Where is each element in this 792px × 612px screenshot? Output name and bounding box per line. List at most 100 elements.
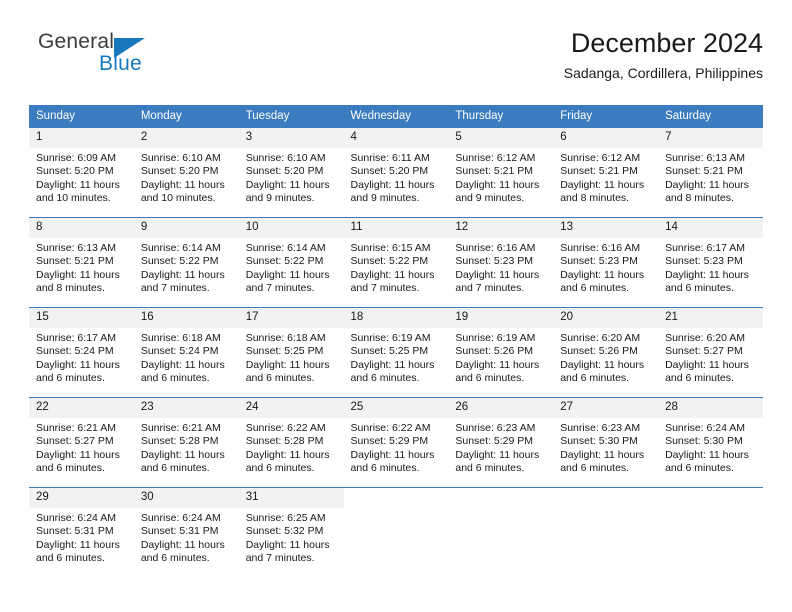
day-info: Sunrise: 6:16 AM Sunset: 5:23 PM Daylight:… xyxy=(553,238,658,296)
daylight-text-line1: Daylight: 11 hours xyxy=(140,538,225,551)
daylight-text-line1: Daylight: 11 hours xyxy=(140,358,225,371)
sunset-text: Sunset: 5:31 PM xyxy=(140,525,219,538)
day-info: Sunrise: 6:17 AM Sunset: 5:24 PM Daylight:… xyxy=(29,328,134,386)
day-number: 3 xyxy=(238,128,344,148)
calendar-grid: Sunday Monday Tuesday Wednesday Thursday… xyxy=(29,105,763,577)
calendar-day-cell[interactable]: 20 Sunrise: 6:20 AM Sunset: 5:26 PM Dayligh… xyxy=(553,307,659,398)
daylight-text-line1: Daylight: 11 hours xyxy=(560,358,645,371)
calendar-day-cell[interactable]: 1 Sunrise: 6:09 AM Sunset: 5:20 PM Daylight… xyxy=(29,127,134,218)
calendar-day-cell[interactable]: 28 Sunrise: 6:24 AM Sunset: 5:30 PM Dayligh… xyxy=(658,397,763,488)
sunset-text: Sunset: 5:30 PM xyxy=(560,435,638,448)
daylight-text-line1: Daylight: 11 hours xyxy=(350,268,435,281)
sunset-text: Sunset: 5:22 PM xyxy=(140,255,219,268)
day-number: 29 xyxy=(29,488,134,508)
calendar-day-cell[interactable]: 29 Sunrise: 6:24 AM Sunset: 5:31 PM Dayligh… xyxy=(29,487,134,577)
daylight-text-line1: Daylight: 11 hours xyxy=(245,178,330,191)
weekday-header-tuesday: Tuesday xyxy=(238,105,344,128)
day-number: 27 xyxy=(553,398,659,418)
weekday-header-sunday: Sunday xyxy=(29,105,134,128)
daylight-text-line2: and 6 minutes. xyxy=(140,462,210,475)
calendar-day-cell[interactable]: 16 Sunrise: 6:18 AM Sunset: 5:24 PM Dayligh… xyxy=(133,307,239,398)
calendar-day-cell[interactable]: 9 Sunrise: 6:14 AM Sunset: 5:22 PM Daylight… xyxy=(133,217,239,308)
calendar-day-cell[interactable]: 13 Sunrise: 6:16 AM Sunset: 5:23 PM Dayligh… xyxy=(553,217,659,308)
sunrise-text: Sunrise: 6:23 AM xyxy=(455,422,536,434)
calendar-day-cell[interactable]: 12 Sunrise: 6:16 AM Sunset: 5:23 PM Dayligh… xyxy=(448,217,554,308)
day-number: 19 xyxy=(448,308,554,328)
calendar-day-cell[interactable]: 22 Sunrise: 6:21 AM Sunset: 5:27 PM Dayligh… xyxy=(29,397,134,488)
day-number: 1 xyxy=(29,128,134,148)
calendar-day-cell-empty xyxy=(448,487,554,577)
daylight-text-line2: and 10 minutes. xyxy=(36,192,111,205)
day-info: Sunrise: 6:18 AM Sunset: 5:25 PM Daylight:… xyxy=(239,328,344,386)
daylight-text-line1: Daylight: 11 hours xyxy=(36,178,120,191)
day-info: Sunrise: 6:22 AM Sunset: 5:28 PM Daylight:… xyxy=(239,418,344,476)
day-number: 25 xyxy=(343,398,449,418)
sunrise-text: Sunrise: 6:18 AM xyxy=(245,332,326,344)
day-info: Sunrise: 6:19 AM Sunset: 5:26 PM Daylight:… xyxy=(448,328,553,386)
weekday-header-thursday: Thursday xyxy=(448,105,554,128)
calendar-day-cell[interactable]: 15 Sunrise: 6:17 AM Sunset: 5:24 PM Dayligh… xyxy=(29,307,134,398)
day-number xyxy=(658,488,763,508)
calendar-day-cell[interactable]: 31 Sunrise: 6:25 AM Sunset: 5:32 PM Dayligh… xyxy=(238,487,344,577)
day-info: Sunrise: 6:14 AM Sunset: 5:22 PM Daylight:… xyxy=(134,238,239,296)
sunrise-text: Sunrise: 6:17 AM xyxy=(665,242,746,254)
calendar-day-cell[interactable]: 19 Sunrise: 6:19 AM Sunset: 5:26 PM Dayligh… xyxy=(448,307,554,398)
calendar-day-cell[interactable]: 25 Sunrise: 6:22 AM Sunset: 5:29 PM Dayligh… xyxy=(343,397,449,488)
sunrise-text: Sunrise: 6:09 AM xyxy=(36,152,116,164)
sunset-text: Sunset: 5:25 PM xyxy=(350,345,429,358)
calendar-day-cell[interactable]: 24 Sunrise: 6:22 AM Sunset: 5:28 PM Dayligh… xyxy=(238,397,344,488)
sunset-text: Sunset: 5:23 PM xyxy=(560,255,638,268)
day-number: 13 xyxy=(553,218,659,238)
sunset-text: Sunset: 5:21 PM xyxy=(665,165,743,178)
calendar-day-cell[interactable]: 7 Sunrise: 6:13 AM Sunset: 5:21 PM Daylight… xyxy=(658,127,763,218)
calendar-day-cell[interactable]: 26 Sunrise: 6:23 AM Sunset: 5:29 PM Dayligh… xyxy=(448,397,554,488)
daylight-text-line2: and 6 minutes. xyxy=(665,462,734,475)
sunset-text: Sunset: 5:31 PM xyxy=(36,525,114,538)
calendar-day-cell[interactable]: 23 Sunrise: 6:21 AM Sunset: 5:28 PM Dayligh… xyxy=(133,397,239,488)
day-number: 9 xyxy=(133,218,239,238)
general-blue-logo[interactable]: General Blue xyxy=(38,30,218,90)
day-number: 24 xyxy=(238,398,344,418)
calendar-day-cell[interactable]: 17 Sunrise: 6:18 AM Sunset: 5:25 PM Dayligh… xyxy=(238,307,344,398)
calendar-day-cell[interactable]: 30 Sunrise: 6:24 AM Sunset: 5:31 PM Dayligh… xyxy=(133,487,239,577)
daylight-text-line2: and 6 minutes. xyxy=(560,462,630,475)
day-info: Sunrise: 6:10 AM Sunset: 5:20 PM Daylight:… xyxy=(239,148,344,206)
calendar-day-cell[interactable]: 21 Sunrise: 6:20 AM Sunset: 5:27 PM Dayligh… xyxy=(658,307,763,398)
daylight-text-line2: and 6 minutes. xyxy=(350,462,420,475)
day-info: Sunrise: 6:11 AM Sunset: 5:20 PM Daylight:… xyxy=(344,148,449,206)
calendar-day-cell[interactable]: 5 Sunrise: 6:12 AM Sunset: 5:21 PM Daylight… xyxy=(448,127,554,218)
daylight-text-line2: and 9 minutes. xyxy=(245,192,315,205)
calendar-body: 1 Sunrise: 6:09 AM Sunset: 5:20 PM Daylight… xyxy=(29,127,763,577)
daylight-text-line2: and 6 minutes. xyxy=(455,462,525,475)
calendar-day-cell[interactable]: 14 Sunrise: 6:17 AM Sunset: 5:23 PM Dayligh… xyxy=(658,217,763,308)
daylight-text-line2: and 8 minutes. xyxy=(36,282,105,295)
calendar-day-cell[interactable]: 27 Sunrise: 6:23 AM Sunset: 5:30 PM Dayligh… xyxy=(553,397,659,488)
day-info: Sunrise: 6:24 AM Sunset: 5:30 PM Daylight:… xyxy=(658,418,763,476)
sunrise-text: Sunrise: 6:17 AM xyxy=(36,332,116,344)
sunset-text: Sunset: 5:20 PM xyxy=(245,165,324,178)
sunrise-text: Sunrise: 6:20 AM xyxy=(665,332,746,344)
calendar-day-cell[interactable]: 11 Sunrise: 6:15 AM Sunset: 5:22 PM Dayligh… xyxy=(343,217,449,308)
calendar-day-cell[interactable]: 2 Sunrise: 6:10 AM Sunset: 5:20 PM Daylight… xyxy=(133,127,239,218)
calendar-day-cell[interactable]: 18 Sunrise: 6:19 AM Sunset: 5:25 PM Dayligh… xyxy=(343,307,449,398)
calendar-day-cell[interactable]: 8 Sunrise: 6:13 AM Sunset: 5:21 PM Daylight… xyxy=(29,217,134,308)
sunset-text: Sunset: 5:23 PM xyxy=(665,255,743,268)
day-number: 17 xyxy=(238,308,344,328)
calendar-day-cell[interactable]: 4 Sunrise: 6:11 AM Sunset: 5:20 PM Daylight… xyxy=(343,127,449,218)
day-info: Sunrise: 6:22 AM Sunset: 5:29 PM Daylight:… xyxy=(344,418,449,476)
day-info: Sunrise: 6:09 AM Sunset: 5:20 PM Daylight:… xyxy=(29,148,134,206)
daylight-text-line2: and 6 minutes. xyxy=(560,282,630,295)
logo-text-blue: Blue xyxy=(99,52,142,75)
day-info: Sunrise: 6:13 AM Sunset: 5:21 PM Daylight:… xyxy=(658,148,763,206)
calendar-day-cell[interactable]: 10 Sunrise: 6:14 AM Sunset: 5:22 PM Dayligh… xyxy=(238,217,344,308)
calendar-day-cell[interactable]: 3 Sunrise: 6:10 AM Sunset: 5:20 PM Daylight… xyxy=(238,127,344,218)
day-number xyxy=(553,488,658,508)
day-info: Sunrise: 6:15 AM Sunset: 5:22 PM Daylight:… xyxy=(344,238,449,296)
sunset-text: Sunset: 5:30 PM xyxy=(665,435,743,448)
daylight-text-line2: and 6 minutes. xyxy=(245,462,315,475)
daylight-text-line2: and 7 minutes. xyxy=(245,282,315,295)
daylight-text-line1: Daylight: 11 hours xyxy=(245,268,330,281)
calendar-week-row: 15 Sunrise: 6:17 AM Sunset: 5:24 PM Dayligh… xyxy=(29,307,763,398)
calendar-day-cell[interactable]: 6 Sunrise: 6:12 AM Sunset: 5:21 PM Daylight… xyxy=(553,127,659,218)
day-info: Sunrise: 6:20 AM Sunset: 5:27 PM Daylight:… xyxy=(658,328,763,386)
